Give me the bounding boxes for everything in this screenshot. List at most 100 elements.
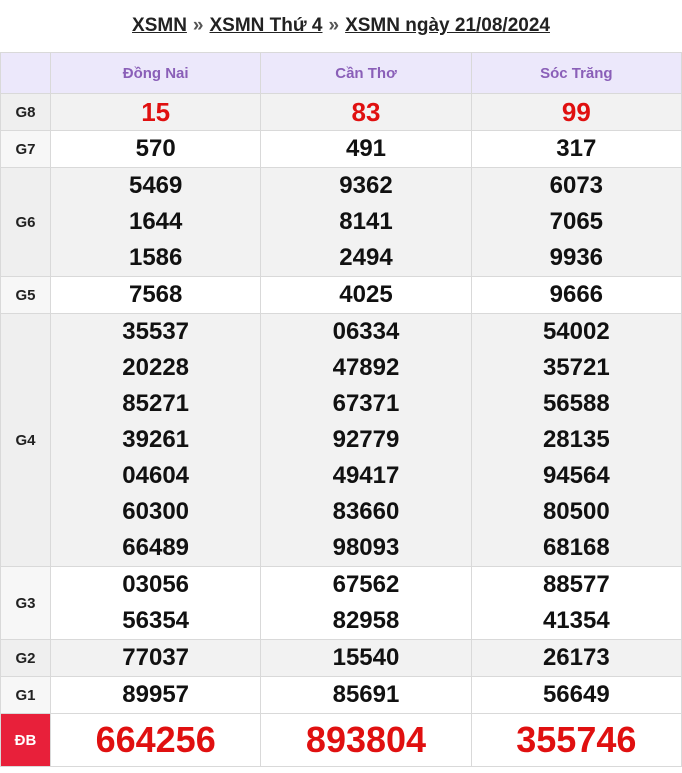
result-cell: 35537 20228 85271 39261 04604 60300 66489 (49, 313, 262, 567)
result-number: 5469 (128, 172, 183, 199)
result-number: 92779 (332, 426, 400, 453)
result-number: 49417 (332, 462, 400, 489)
result-number: 570 (135, 135, 176, 162)
result-cell: 89957 (49, 676, 262, 714)
result-number: 60300 (122, 498, 190, 525)
result-number: 7065 (549, 208, 604, 235)
result-number: 94564 (542, 462, 610, 489)
province-header: Sóc Trăng (470, 52, 682, 94)
result-number: 9362 (339, 172, 393, 199)
result-number: 20228 (122, 354, 190, 381)
result-cell: 7568 (49, 276, 262, 314)
result-number: 1586 (128, 244, 183, 271)
result-number: 89957 (122, 681, 190, 708)
result-number: 8141 (339, 208, 393, 235)
result-cell: 5469 1644 1586 (49, 167, 262, 277)
result-number: 67371 (332, 390, 400, 417)
result-number: 41354 (542, 607, 610, 634)
result-number: 83660 (332, 498, 400, 525)
result-cell: 664256 (49, 713, 262, 767)
prize-row: G1 89957 85691 56649 (0, 676, 682, 714)
breadcrumb-link-weekday[interactable]: XSMN Thứ 4 (210, 15, 323, 37)
result-cell: 67562 82958 (260, 566, 472, 640)
breadcrumb-separator: » (192, 15, 204, 36)
result-number: 317 (556, 135, 597, 162)
province-header-row: Đồng Nai Cần Thơ Sóc Trăng (0, 52, 682, 94)
result-number: 15 (141, 97, 171, 127)
result-cell: 893804 (260, 713, 472, 767)
result-number: 68168 (542, 534, 610, 561)
result-cell: 06334 47892 67371 92779 49417 83660 98093 (260, 313, 472, 567)
result-cell: 4025 (260, 276, 472, 314)
prize-label: G1 (0, 676, 51, 714)
result-cell: 355746 (470, 713, 682, 767)
result-number: 06334 (332, 318, 400, 345)
breadcrumb-separator: » (328, 15, 340, 36)
prize-label: G5 (0, 276, 51, 314)
prize-label: ĐB (0, 713, 51, 767)
result-cell: 26173 (470, 639, 682, 677)
prize-row: G5 7568 4025 9666 (0, 276, 682, 314)
breadcrumb-link-date[interactable]: XSMN ngày 21/08/2024 (345, 15, 550, 37)
result-cell: 03056 56354 (49, 566, 262, 640)
result-number: 28135 (542, 426, 610, 453)
result-number: 03056 (122, 571, 190, 598)
prize-label: G3 (0, 566, 51, 640)
result-cell: 85691 (260, 676, 472, 714)
result-number: 491 (345, 135, 387, 162)
result-number: 56588 (542, 390, 610, 417)
prize-row: G3 03056 56354 67562 82958 88577 41354 (0, 566, 682, 640)
prize-row: G4 35537 20228 85271 39261 04604 60300 66489 063… (0, 313, 682, 567)
result-number: 88577 (542, 571, 610, 598)
prize-label: G4 (0, 313, 51, 567)
results-table: Đồng Nai Cần Thơ Sóc Trăng G8 15 83 99 G7 570… (0, 52, 682, 767)
result-number: 9666 (549, 281, 604, 308)
result-number: 355746 (516, 719, 637, 760)
result-cell: 56649 (470, 676, 682, 714)
result-number: 77037 (122, 644, 190, 671)
result-number: 26173 (542, 644, 610, 671)
result-number: 66489 (122, 534, 190, 561)
result-number: 4025 (339, 281, 393, 308)
result-cell: 9362 8141 2494 (260, 167, 472, 277)
result-number: 56354 (122, 607, 190, 634)
result-cell: 77037 (49, 639, 262, 677)
breadcrumb-link-xsmn[interactable]: XSMN (132, 15, 187, 37)
breadcrumb: XSMN » XSMN Thứ 4 » XSMN ngày 21/08/2024 (0, 0, 682, 52)
prize-row: G8 15 83 99 (0, 93, 682, 131)
result-number: 7568 (128, 281, 183, 308)
result-number: 99 (561, 97, 591, 127)
result-cell: 99 (470, 93, 682, 131)
result-cell: 317 (470, 130, 682, 168)
header-corner-cell (0, 52, 51, 94)
province-header[interactable]: Đồng Nai (49, 52, 262, 94)
result-cell: 83 (260, 93, 472, 131)
result-cell: 570 (49, 130, 262, 168)
result-number: 54002 (542, 318, 610, 345)
result-cell: 491 (260, 130, 472, 168)
result-number: 85271 (122, 390, 190, 417)
result-cell: 9666 (470, 276, 682, 314)
result-number: 67562 (332, 571, 400, 598)
result-number: 39261 (122, 426, 190, 453)
result-cell: 6073 7065 9936 (470, 167, 682, 277)
prize-row: G2 77037 15540 26173 (0, 639, 682, 677)
result-number: 35721 (542, 354, 610, 381)
result-number: 893804 (305, 719, 427, 760)
result-cell: 15 (49, 93, 262, 131)
result-number: 82958 (332, 607, 400, 634)
result-cell: 54002 35721 56588 28135 94564 80500 68168 (470, 313, 682, 567)
result-cell: 88577 41354 (470, 566, 682, 640)
prize-label: G7 (0, 130, 51, 168)
result-number: 35537 (122, 318, 190, 345)
result-number: 9936 (549, 244, 604, 271)
result-number: 83 (351, 97, 381, 127)
result-number: 15540 (332, 644, 400, 671)
prize-row: ĐB 664256 893804 355746 (0, 713, 682, 767)
prize-row: G6 5469 1644 1586 9362 8141 2494 6073 7065 9936 (0, 167, 682, 277)
prize-table-body: G8 15 83 99 G7 570 491 317 G6 5469 1644 1586 9362 814… (0, 93, 682, 767)
result-cell: 15540 (260, 639, 472, 677)
province-header[interactable]: Cần Thơ (260, 52, 472, 94)
result-number: 664256 (95, 719, 216, 760)
prize-label: G8 (0, 93, 51, 131)
